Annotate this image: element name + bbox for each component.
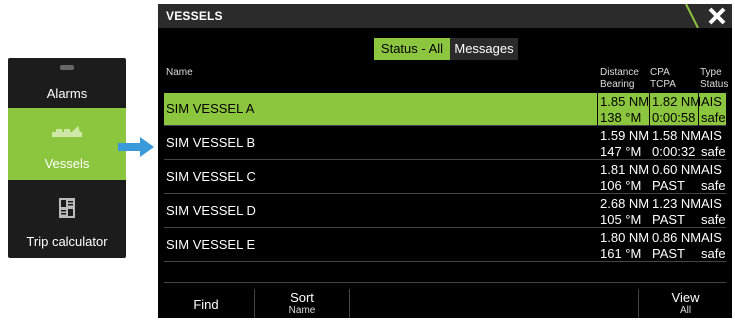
side-menu: Alarms Vessels Trip calculator (8, 58, 126, 258)
vessel-tcpa: 0:00:32 (652, 144, 696, 159)
table-row[interactable]: SIM VESSEL B 1.59 NM 147 °M 1.58 NM 0:00… (164, 127, 726, 160)
vessel-tcpa: PAST (652, 246, 685, 261)
vessels-panel: VESSELS Status - All Messages Name Dista… (158, 4, 732, 318)
sort-button-label: Sort (290, 290, 314, 305)
vessel-name: SIM VESSEL E (166, 237, 256, 252)
window-title: VESSELS (166, 9, 223, 23)
alarm-icon (60, 65, 74, 70)
vessel-cpa: 0.60 NM (652, 162, 702, 177)
title-accent-slash (685, 4, 699, 28)
close-icon[interactable] (702, 4, 732, 28)
vessel-bearing: 161 °M (600, 246, 642, 261)
vessel-type: AIS (701, 196, 722, 211)
trip-calculator-icon (59, 198, 75, 218)
view-button[interactable]: View All (638, 289, 732, 318)
find-button[interactable]: Find (158, 289, 254, 318)
cell-divider (698, 93, 699, 126)
side-menu-item-label: Trip calculator (26, 234, 108, 249)
vessel-status: safe (701, 178, 726, 193)
vessel-cpa: 1.23 NM (652, 196, 702, 211)
find-button-label: Find (193, 297, 219, 312)
column-header-type-status[interactable]: Type Status (700, 67, 728, 91)
vessel-cpa: 0.86 NM (652, 230, 702, 245)
tab-status-all[interactable]: Status - All (374, 38, 450, 60)
column-header-distance-bearing[interactable]: Distance Bearing (600, 67, 639, 91)
table-row[interactable]: SIM VESSEL C 1.81 NM 106 °M 0.60 NM PAST… (164, 161, 726, 194)
vessel-tcpa: PAST (652, 178, 685, 193)
column-header-name[interactable]: Name (166, 67, 193, 79)
vessel-bearing: 138 °M (600, 110, 642, 125)
vessel-status: safe (701, 212, 726, 227)
table-header: Name Distance Bearing CPA TCPA Type Stat… (164, 66, 728, 94)
vessel-distance: 2.68 NM (600, 196, 650, 211)
vessel-status: safe (701, 144, 726, 159)
column-header-cpa-tcpa[interactable]: CPA TCPA (650, 67, 676, 91)
sort-button-value: Name (288, 305, 316, 316)
vessel-name: SIM VESSEL B (166, 135, 256, 150)
vessel-cpa: 1.82 NM (652, 94, 702, 109)
side-menu-item-label: Alarms (46, 86, 88, 101)
title-bar: VESSELS (158, 4, 732, 28)
view-button-label: View (671, 290, 700, 305)
vessel-bearing: 105 °M (600, 212, 642, 227)
vessels-icon (52, 126, 82, 137)
sort-button[interactable]: Sort Name (254, 289, 350, 318)
vessel-status: safe (701, 110, 726, 125)
vessel-name: SIM VESSEL D (166, 203, 256, 218)
side-menu-item-label: Vessels (44, 156, 90, 171)
cell-divider (597, 93, 598, 126)
vessel-type: AIS (701, 230, 722, 245)
vessel-status: safe (701, 246, 726, 261)
vessel-tcpa: PAST (652, 212, 685, 227)
vessel-distance: 1.80 NM (600, 230, 650, 245)
vessel-bearing: 147 °M (600, 144, 642, 159)
softkey-bar: Find Sort Name View All (158, 289, 732, 318)
side-menu-item-vessels[interactable]: Vessels (8, 108, 126, 180)
tab-messages[interactable]: Messages (450, 38, 518, 60)
vessel-type: AIS (701, 162, 722, 177)
vessel-distance: 1.81 NM (600, 162, 650, 177)
table-row[interactable]: SIM VESSEL D 2.68 NM 105 °M 1.23 NM PAST… (164, 195, 726, 228)
cell-divider (649, 93, 650, 126)
list-bottom-divider (164, 282, 726, 283)
vessel-distance: 1.59 NM (600, 128, 650, 143)
arrow-right-icon (118, 137, 154, 157)
side-menu-item-trip-calculator[interactable]: Trip calculator (8, 188, 126, 258)
view-button-value: All (679, 305, 692, 316)
table-row[interactable]: SIM VESSEL A 1.85 NM 138 °M 1.82 NM 0:00… (164, 93, 726, 126)
vessel-distance: 1.85 NM (600, 94, 650, 109)
vessel-tcpa: 0:00:58 (652, 110, 696, 125)
table-row[interactable]: SIM VESSEL E 1.80 NM 161 °M 0.86 NM PAST… (164, 229, 726, 262)
vessel-type: AIS (701, 94, 722, 109)
vessel-name: SIM VESSEL A (166, 101, 255, 116)
vessel-name: SIM VESSEL C (166, 169, 256, 184)
vessel-type: AIS (701, 128, 722, 143)
vessel-bearing: 106 °M (600, 178, 642, 193)
side-menu-item-alarms[interactable]: Alarms (8, 58, 126, 108)
vessel-cpa: 1.58 NM (652, 128, 702, 143)
